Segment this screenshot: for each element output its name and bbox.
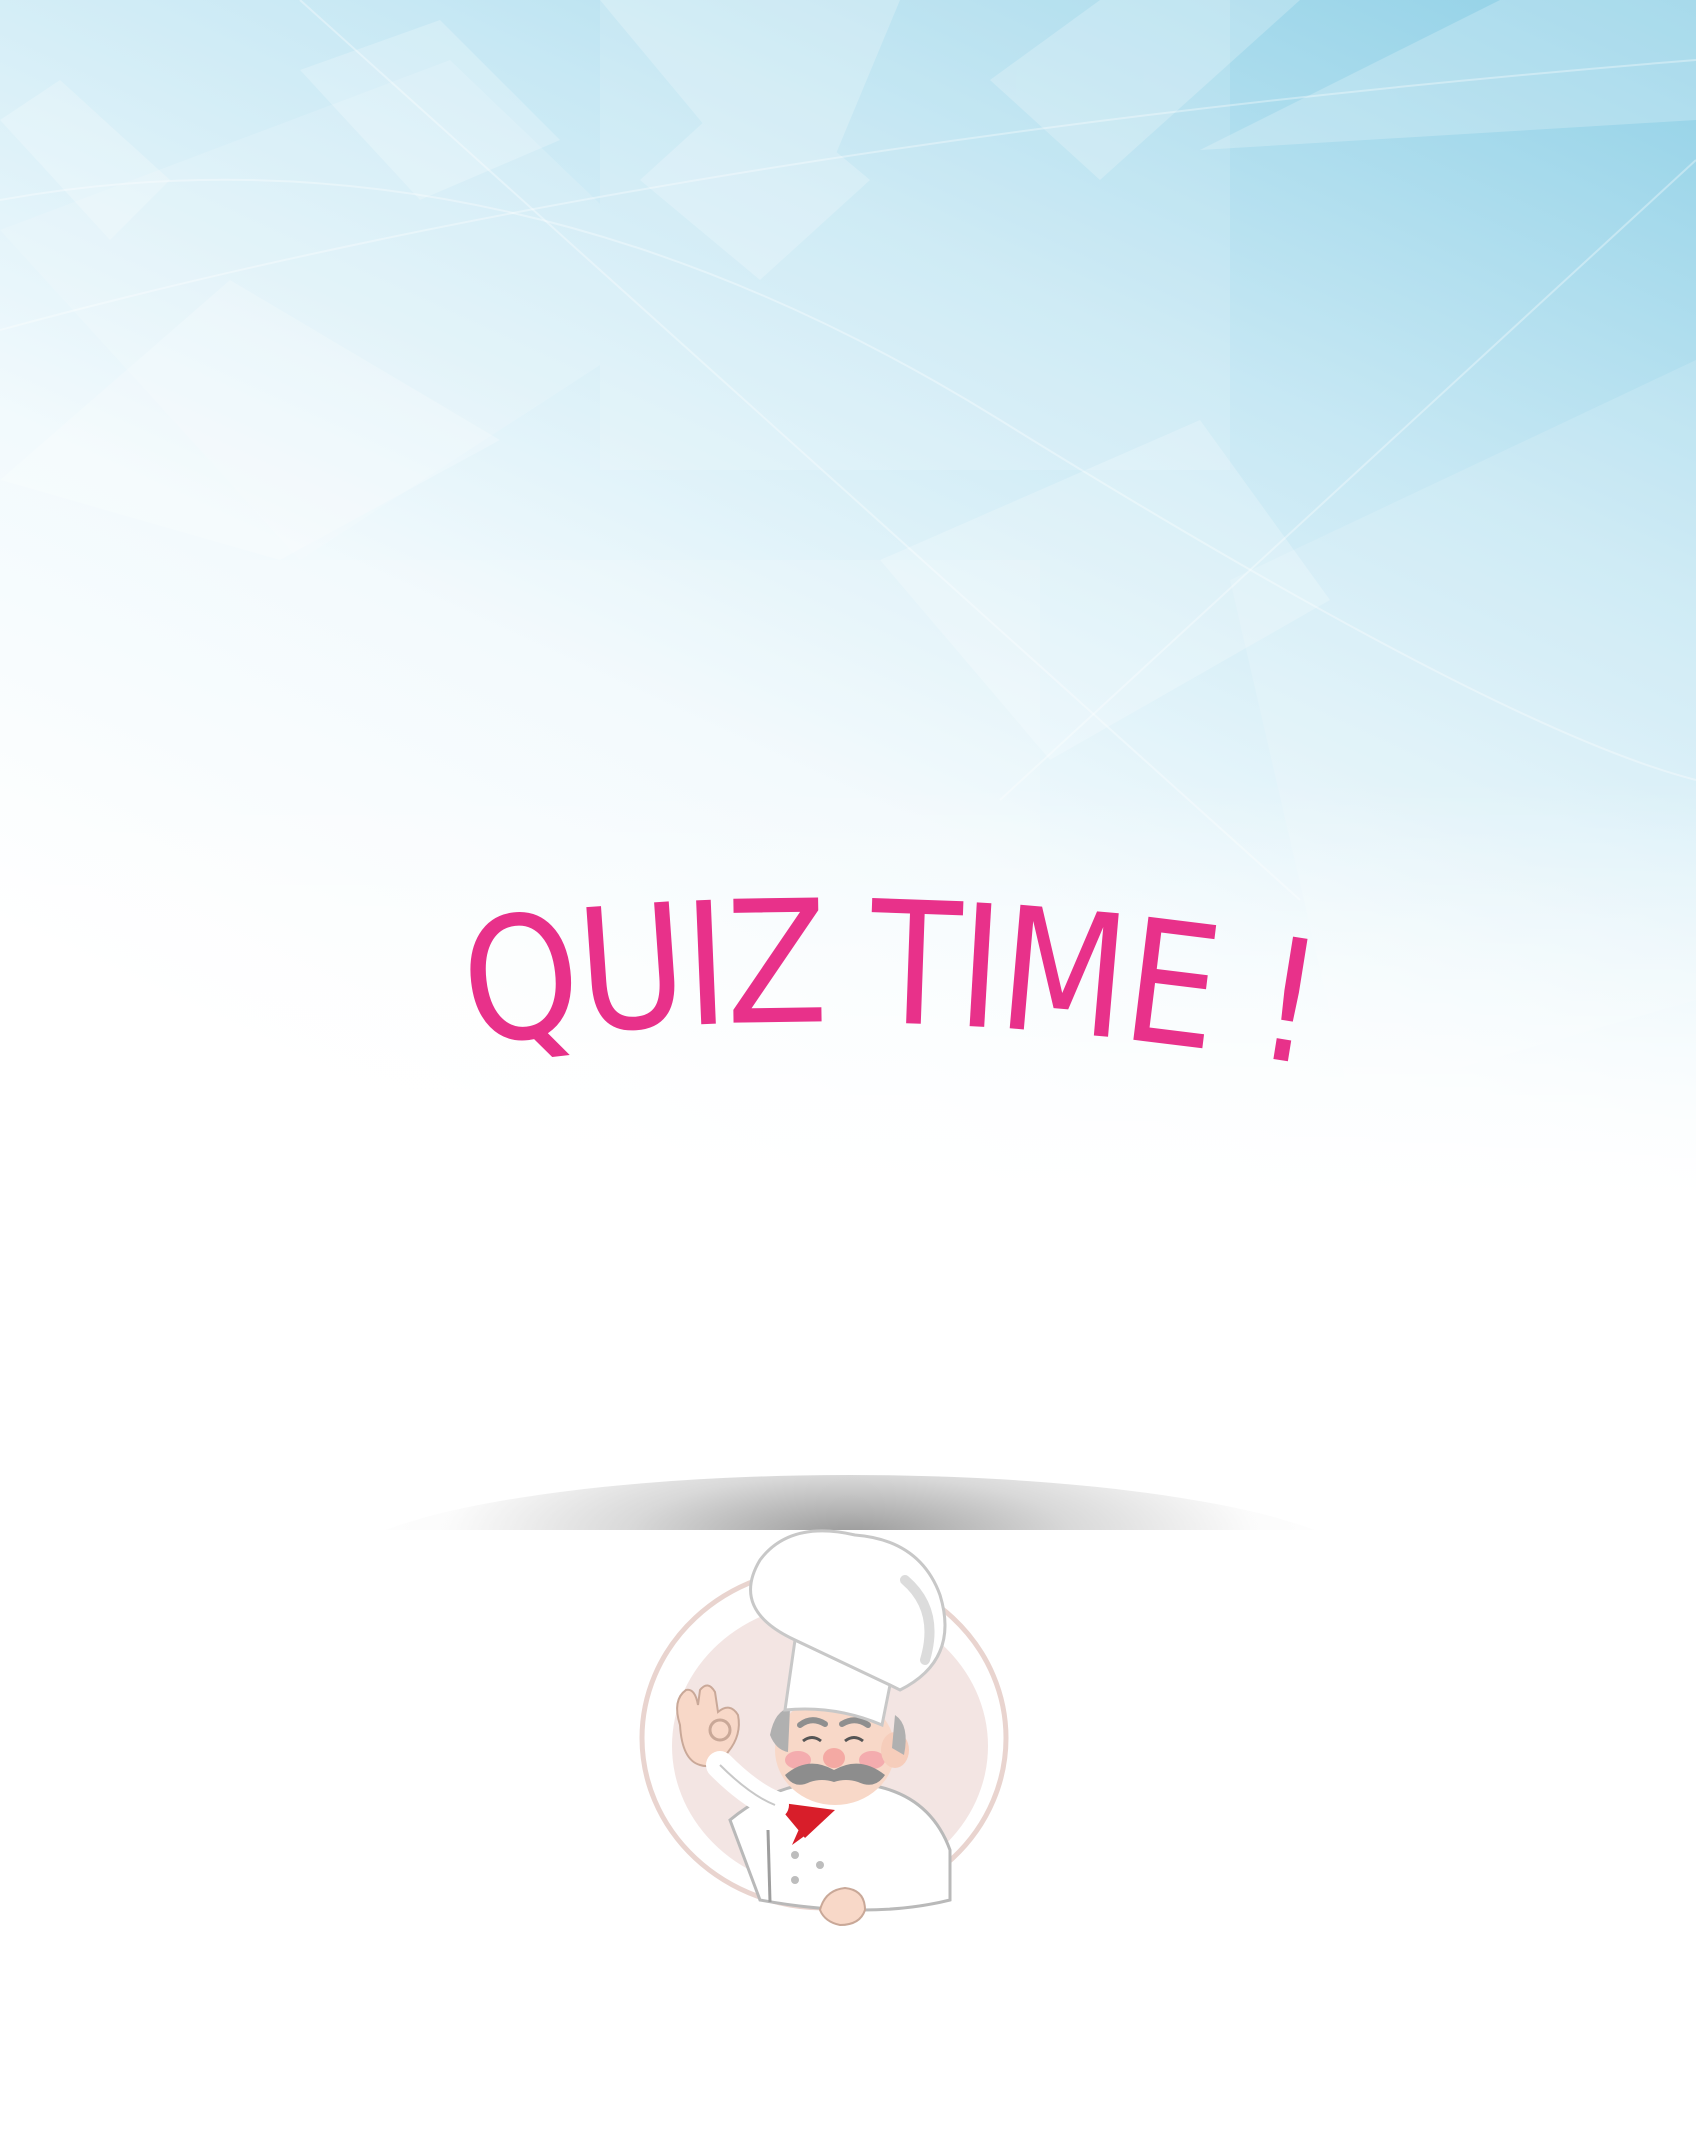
quiz-title: QUIZ TIME ! — [452, 880, 1331, 1100]
quiz-title-graphic: QUIZ TIME ! — [452, 880, 1335, 1100]
chef-mascot-illustration — [639, 1529, 1009, 1927]
title-container: QUIZ TIME ! — [0, 880, 1696, 1100]
